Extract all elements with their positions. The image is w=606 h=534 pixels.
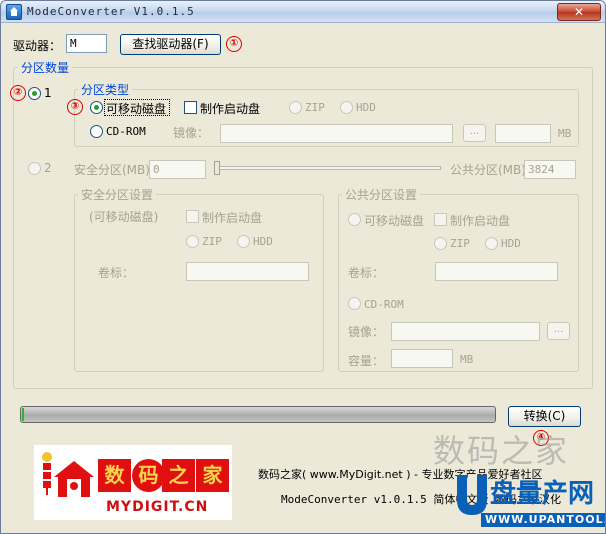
secure-volume-label: 卷标： [98, 266, 135, 280]
public-size-input[interactable]: 3824 [524, 160, 576, 179]
partition-count-2-label: 2 [44, 161, 52, 175]
secure-zip-label: ZIP [202, 235, 222, 248]
secure-type-text: (可移动磁盘) [89, 210, 159, 224]
secure-hdd-label: HDD [253, 235, 273, 248]
public-capacity-unit: MB [460, 353, 474, 366]
window-title: ModeConverter V1.0.1.5 [27, 5, 195, 18]
make-boot-checkbox[interactable] [184, 101, 197, 114]
house-icon [54, 461, 94, 497]
public-make-boot-label: 制作启动盘 [450, 214, 511, 228]
partition-type-title: 分区类型 [78, 81, 133, 98]
cdrom-radio[interactable] [90, 125, 103, 138]
marker-1: ① [226, 36, 242, 52]
image-label: 镜像： [173, 126, 210, 140]
public-image-browse-button[interactable]: ... [547, 322, 570, 340]
convert-button[interactable]: 转换(C) [508, 406, 581, 427]
partition-count-title: 分区数量 [18, 59, 73, 76]
secure-hdd-radio[interactable] [237, 235, 250, 248]
public-image-label: 镜像： [348, 325, 385, 339]
app-window: ModeConverter V1.0.1.5 ✕ 驱动器： M 查找驱动器(F)… [0, 0, 606, 534]
public-zip-label: ZIP [450, 237, 470, 250]
partition-size-slider[interactable] [214, 166, 441, 170]
public-cdrom-radio[interactable] [348, 297, 361, 310]
drive-input[interactable]: M [66, 34, 107, 53]
public-settings-title: 公共分区设置 [342, 186, 421, 203]
public-removable-label: 可移动磁盘 [364, 214, 425, 228]
public-hdd-label: HDD [501, 237, 521, 250]
drive-label: 驱动器： [13, 39, 62, 53]
public-capacity-input[interactable] [391, 349, 453, 368]
public-volume-input[interactable] [435, 262, 558, 281]
public-hdd-radio[interactable] [485, 237, 498, 250]
removable-disk-label: 可移动磁盘 [106, 102, 167, 116]
secure-make-boot-label: 制作启动盘 [202, 211, 263, 225]
upantool-u-icon [457, 475, 487, 515]
logo-char-3: 之 [162, 459, 195, 492]
logo-char-1: 数 [98, 459, 131, 492]
secure-zip-radio[interactable] [186, 235, 199, 248]
public-image-input[interactable] [391, 322, 540, 341]
secure-size-label: 安全分区(MB) [74, 163, 150, 177]
find-drive-button[interactable]: 查找驱动器(F) [120, 34, 221, 55]
marker-2: ② [10, 85, 26, 101]
image-size-input[interactable] [495, 124, 551, 143]
partition-count-1-radio[interactable] [28, 87, 41, 100]
public-make-boot-checkbox[interactable] [434, 213, 447, 226]
logo-char-2: 码 [132, 459, 165, 492]
mydigit-logo: 数 码 之 家 MYDIGIT.CN [34, 445, 232, 520]
cdrom-label: CD-ROM [106, 125, 146, 138]
public-zip-radio[interactable] [434, 237, 447, 250]
progress-bar-fill [22, 408, 24, 421]
partition-count-1-label: 1 [44, 86, 52, 100]
public-volume-label: 卷标： [348, 266, 385, 280]
secure-settings-title: 安全分区设置 [78, 186, 157, 203]
watermark-brand: 盘量产网 [490, 479, 595, 509]
app-icon [6, 4, 22, 20]
partition-count-2-radio[interactable] [28, 162, 41, 175]
watermark-url: WWW.UPANTOOL.COM [481, 513, 605, 527]
public-cdrom-label: CD-ROM [364, 298, 404, 311]
title-bar[interactable]: ModeConverter V1.0.1.5 ✕ [1, 1, 605, 23]
secure-make-boot-checkbox[interactable] [186, 210, 199, 223]
zip-label: ZIP [305, 101, 325, 114]
public-capacity-label: 容量： [348, 354, 385, 368]
watermark-text: 数码之家 [433, 432, 570, 470]
hdd-radio[interactable] [340, 101, 353, 114]
hdd-label: HDD [356, 101, 376, 114]
public-removable-radio[interactable] [348, 213, 361, 226]
secure-size-input[interactable]: 0 [149, 160, 206, 179]
partition-size-slider-thumb[interactable] [214, 161, 220, 175]
logo-char-4: 家 [196, 459, 229, 492]
public-size-label: 公共分区(MB) [450, 163, 526, 177]
zip-radio[interactable] [289, 101, 302, 114]
close-button[interactable]: ✕ [557, 3, 601, 21]
image-size-unit: MB [558, 127, 572, 140]
image-path-input[interactable] [220, 124, 453, 143]
logo-english-text: MYDIGIT.CN [106, 499, 209, 515]
image-browse-button[interactable]: ... [463, 124, 486, 142]
make-boot-label: 制作启动盘 [200, 102, 261, 116]
marker-3: ③ [67, 99, 83, 115]
secure-volume-input[interactable] [186, 262, 309, 281]
removable-disk-radio[interactable] [90, 101, 103, 114]
progress-bar [20, 406, 496, 423]
